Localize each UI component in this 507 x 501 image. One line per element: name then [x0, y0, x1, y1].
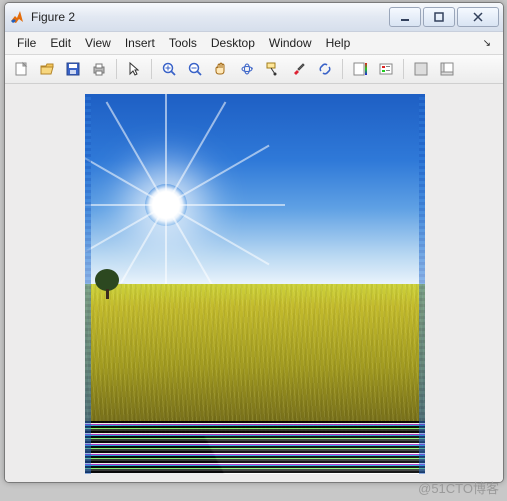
menu-insert[interactable]: Insert [119, 34, 161, 52]
menu-bar: File Edit View Insert Tools Desktop Wind… [5, 32, 503, 55]
show-plot-tools-button[interactable] [435, 57, 459, 81]
data-cursor-button[interactable] [261, 57, 285, 81]
pan-button[interactable] [209, 57, 233, 81]
pointer-button[interactable] [122, 57, 146, 81]
window-title: Figure 2 [31, 10, 75, 24]
brush-button[interactable] [287, 57, 311, 81]
right-edge-artifact [419, 94, 425, 474]
maximize-button[interactable] [423, 7, 455, 27]
minimize-button[interactable] [389, 7, 421, 27]
title-bar[interactable]: Figure 2 [5, 3, 503, 32]
zoom-in-button[interactable] [157, 57, 181, 81]
hide-plot-tools-button[interactable] [409, 57, 433, 81]
watermark-text: @51CTO博客 [418, 478, 499, 497]
menu-file[interactable]: File [11, 34, 42, 52]
rotate-button[interactable] [235, 57, 259, 81]
sun-region [145, 184, 187, 226]
figure-canvas[interactable] [5, 84, 503, 482]
toolbar [5, 55, 503, 84]
dock-corner-icon[interactable]: ↘ [477, 36, 497, 51]
print-button[interactable] [87, 57, 111, 81]
matlab-icon [9, 9, 25, 25]
menu-edit[interactable]: Edit [44, 34, 77, 52]
figure-window: Figure 2 File Edit View Insert Tools Des… [4, 2, 504, 483]
tree-region [93, 269, 121, 299]
save-button[interactable] [61, 57, 85, 81]
colorbar-button[interactable] [348, 57, 372, 81]
new-figure-button[interactable] [9, 57, 33, 81]
zoom-out-button[interactable] [183, 57, 207, 81]
window-controls [389, 7, 499, 27]
glitch-region [85, 421, 425, 474]
menu-desktop[interactable]: Desktop [205, 34, 261, 52]
axes-image [85, 94, 425, 474]
menu-view[interactable]: View [79, 34, 117, 52]
field-region [85, 284, 425, 436]
menu-help[interactable]: Help [320, 34, 357, 52]
open-button[interactable] [35, 57, 59, 81]
menu-tools[interactable]: Tools [163, 34, 203, 52]
close-button[interactable] [457, 7, 499, 27]
menu-window[interactable]: Window [263, 34, 318, 52]
left-edge-artifact [85, 94, 91, 474]
link-button[interactable] [313, 57, 337, 81]
legend-button[interactable] [374, 57, 398, 81]
